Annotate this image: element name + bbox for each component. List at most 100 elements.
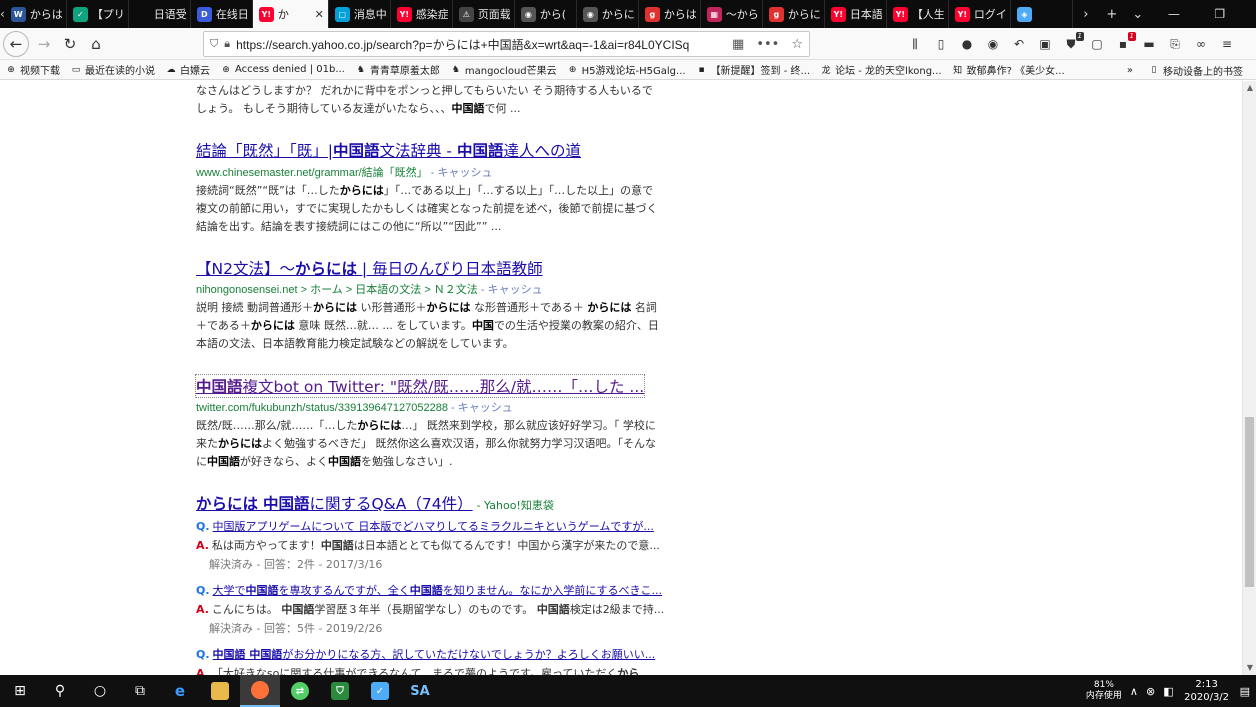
back-button[interactable]: ←	[3, 30, 29, 57]
home-button[interactable]: ⌂	[83, 31, 109, 57]
browser-tab[interactable]: Y! ログイ	[949, 0, 1011, 28]
close-window-icon[interactable]: ✕	[1243, 7, 1256, 21]
arrow-left-icon: ←	[9, 34, 23, 53]
browser-tab[interactable]: Y! 感染症	[391, 0, 453, 28]
url-bar[interactable]: ⛉ 🔒︎ https://search.yahoo.co.jp/search?p…	[203, 31, 810, 57]
new-tab-icon[interactable]: +	[1099, 7, 1125, 22]
browser-tab[interactable]: Y! か ✕	[252, 0, 329, 28]
browser-tab[interactable]: Y! 【人生	[887, 0, 949, 28]
file-explorer-icon[interactable]	[200, 675, 240, 707]
translate-icon[interactable]: ⎘	[1165, 34, 1185, 54]
qa-question-1[interactable]: Q. 中国版アプリゲームについて 日本版でどハマりしてるミラクルニキというゲームで…	[196, 518, 654, 534]
browser-tab[interactable]: ◉ から(	[515, 0, 577, 28]
browser-tab[interactable]: ◉ からに	[577, 0, 639, 28]
green-app-icon[interactable]: ⇄	[280, 675, 320, 707]
bookmark-item[interactable]: 龙论坛 - 龙的天空lkong...	[815, 62, 947, 77]
tray-input-icon[interactable]: ◧	[1163, 685, 1173, 698]
question-mark-label: Q.	[196, 648, 210, 661]
mobile-bookmarks[interactable]: ▯ 移动设备上的书签	[1143, 63, 1248, 78]
minimize-icon[interactable]: —	[1151, 7, 1197, 21]
bookmark-item[interactable]: ♞ mangocloud芒果云	[445, 62, 562, 78]
bookmark-item[interactable]: ⊕ 视频下载	[0, 62, 65, 78]
vscode-icon[interactable]: ✓	[360, 675, 400, 707]
result-1-title[interactable]: 結論「既然」「既」|中国語文法辞典 - 中国語達人への道	[196, 139, 581, 161]
bookmark-item[interactable]: ♞ 青青草原羞太郎	[350, 62, 445, 78]
result-1-cache-link[interactable]: - キャッシュ	[431, 167, 493, 179]
clock[interactable]: 2:13 2020/3/2	[1182, 678, 1232, 704]
firefox-icon[interactable]	[240, 675, 280, 707]
browser-tab[interactable]: g からに	[763, 0, 825, 28]
lock-icon[interactable]: 🔒︎	[224, 37, 230, 51]
bookmark-item[interactable]: ⊕ H5游戏论坛-H5Galg...	[562, 62, 691, 78]
tab-scroll-right-icon[interactable]: ›	[1073, 7, 1099, 22]
qa-source[interactable]: - Yahoo!知恵袋	[477, 499, 554, 512]
edge-icon[interactable]: e	[160, 675, 200, 707]
qr-code-icon[interactable]: ▦	[732, 37, 744, 52]
tray-app-icon[interactable]: ⊗	[1146, 685, 1155, 698]
bookmarks-chevron-icon[interactable]: »	[1127, 65, 1133, 76]
browser-tab[interactable]: ⚠ 页面载	[453, 0, 515, 28]
tray-chevron-icon[interactable]: ∧	[1130, 685, 1138, 698]
notification-icon[interactable]: ▤	[1240, 685, 1250, 698]
bookmark-favicon-icon: 龙	[821, 66, 831, 76]
undo-icon[interactable]: ↶	[1009, 34, 1029, 54]
forward-button[interactable]: →	[31, 31, 57, 57]
bookmark-item[interactable]: ▪ 【新提醒】签到 - 终...	[691, 62, 816, 78]
result-2-cache-link[interactable]: - キャッシュ	[481, 284, 543, 296]
tab-list-chevron-icon[interactable]: ⌄	[1125, 7, 1151, 22]
sa-app-icon[interactable]: SA	[400, 675, 440, 707]
screenshot-icon[interactable]: ▣	[1035, 34, 1055, 54]
card-icon[interactable]: ▬	[1139, 34, 1159, 54]
qa-question-2[interactable]: Q. 大学で中国語を専攻するんですが、全く中国語を知りません。なにか入学前にするべ…	[196, 582, 662, 598]
window-controls: — ❐ ✕	[1151, 0, 1256, 28]
browser-tab[interactable]: W からは	[5, 0, 67, 28]
result-3-title[interactable]: 中国語複文bot on Twitter: "既然/既……那么/就……「…した .…	[194, 374, 646, 398]
bookmark-item[interactable]: ⊕ Access denied | 01b...	[215, 62, 350, 77]
security-app-icon[interactable]: ⛉	[320, 675, 360, 707]
reload-button[interactable]: ↻	[57, 31, 83, 57]
qa-section-title[interactable]: からには 中国語に関するQ&A（74件）	[196, 495, 473, 513]
menu-icon[interactable]: ≡	[1217, 34, 1237, 54]
windows-start-icon[interactable]: ⊞	[0, 675, 40, 707]
browser-tab[interactable]: ▢ 消息中	[329, 0, 391, 28]
bookmark-item[interactable]: ▭ 最近在读的小说	[65, 62, 160, 78]
browser-tab[interactable]: ◈	[1011, 0, 1073, 28]
bookmark-item[interactable]: 知致郁鼻作? 《美少女...	[947, 62, 1070, 77]
bilibili-icon[interactable]: ▢	[1087, 34, 1107, 54]
account-icon[interactable]: ●	[957, 34, 977, 54]
tab-favicon-icon: ◈	[1016, 6, 1032, 22]
task-view-icon[interactable]: ⧉	[120, 675, 160, 707]
search-icon[interactable]: ⚲	[40, 675, 80, 707]
tab-close-icon[interactable]: ✕	[315, 8, 324, 21]
cortana-icon[interactable]: ○	[80, 675, 120, 707]
browser-tab[interactable]: g からは	[639, 0, 701, 28]
shield-icon[interactable]: ⛉	[210, 37, 218, 51]
bookmark-label: Access denied | 01b...	[235, 64, 345, 75]
result-2-title[interactable]: 【N2文法】～からには | 毎日のんびり日本語教師	[196, 257, 543, 279]
ublock-icon[interactable]: ⛊ 1	[1061, 32, 1084, 54]
bookmark-star-icon[interactable]: ☆	[791, 37, 803, 52]
memory-usage[interactable]: 81% 内存使用	[1086, 680, 1122, 702]
restore-icon[interactable]: ❐	[1197, 7, 1243, 21]
bookmark-item[interactable]: ☁ 白嫖云	[160, 62, 215, 78]
browser-tab[interactable]: ▦ ～から	[701, 0, 763, 28]
sidebar-icon[interactable]: ▯	[931, 34, 951, 54]
browser-tab[interactable]: 日语受付	[129, 0, 191, 28]
link-icon[interactable]: ∞	[1191, 34, 1211, 54]
scroll-up-icon[interactable]: ▲	[1243, 81, 1256, 95]
scrollbar-thumb[interactable]	[1245, 417, 1254, 587]
library-icon[interactable]: ⫼	[905, 34, 925, 54]
scroll-down-icon[interactable]: ▼	[1243, 661, 1256, 675]
bookmark-favicon-icon: ⊕	[568, 64, 577, 75]
chat-icon[interactable]: ◉	[983, 34, 1003, 54]
page-actions-icon[interactable]: •••	[756, 37, 779, 52]
browser-tab[interactable]: D 在线日	[191, 0, 253, 28]
page-scrollbar[interactable]: ▲ ▼	[1242, 81, 1256, 675]
bookmark-label: H5游戏论坛-H5Galg...	[581, 66, 686, 77]
browser-tab[interactable]: Y! 日本語	[825, 0, 887, 28]
result-3-cache-link[interactable]: - キャッシュ	[451, 402, 513, 414]
extension-badge-icon[interactable]: ▪ 1	[1113, 32, 1136, 54]
url-text[interactable]: https://search.yahoo.co.jp/search?p=からには…	[236, 36, 732, 53]
qa-question-3[interactable]: Q. 中国語 中国語がお分かりになる方、訳していただけないでしょうか？よろしくお願…	[196, 646, 655, 662]
browser-tab[interactable]: ✓ 【プリ	[67, 0, 129, 28]
